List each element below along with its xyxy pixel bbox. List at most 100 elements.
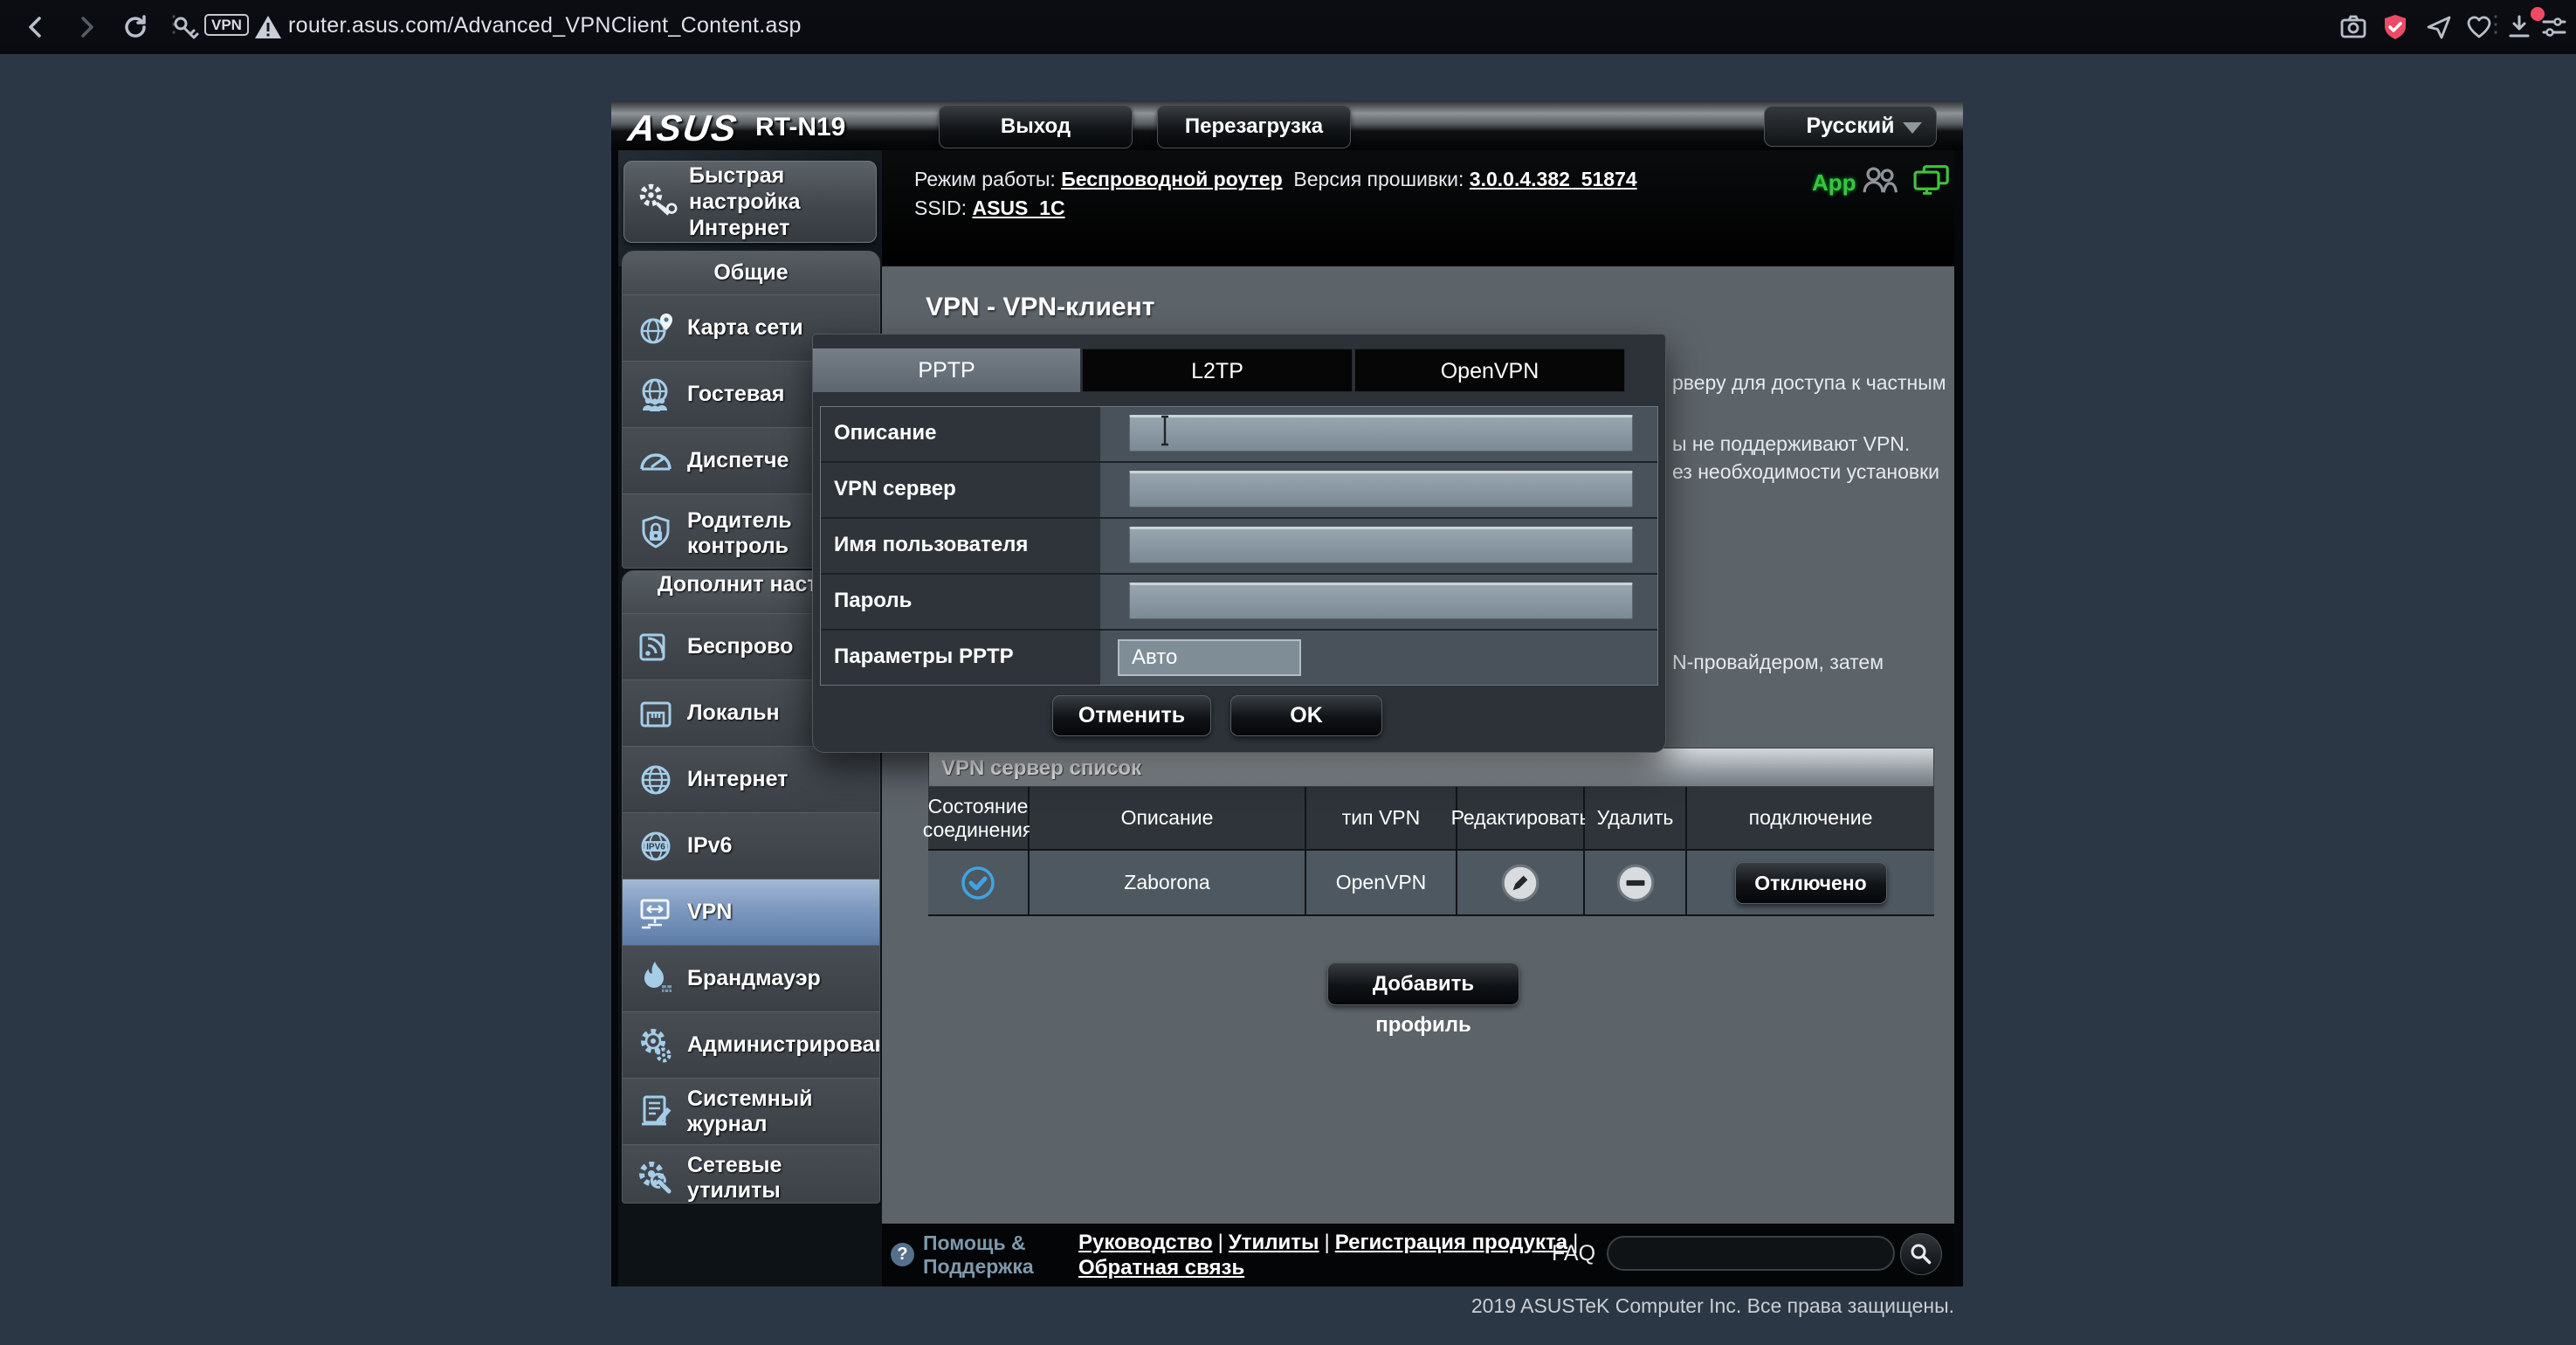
reload-icon[interactable] [121,12,150,42]
edit-pencil-icon[interactable] [1499,862,1541,904]
table-row: Zaborona OpenVPN Отключено [928,851,1934,916]
add-profile-button[interactable]: Добавить профиль [1327,962,1519,1005]
faq-search-input[interactable] [1607,1236,1895,1271]
connect-toggle-button[interactable]: Отключено [1735,862,1887,904]
form-row-pptp-options: Параметры PPTP Авто [821,631,1657,685]
downloads-icon[interactable] [2504,12,2534,42]
sidebar-item-label: Гостевая [687,382,784,407]
form-row-username: Имя пользователя [821,519,1657,575]
reboot-button[interactable]: Перезагрузка [1157,105,1351,148]
field-label: Имя пользователя [821,519,1100,573]
modal-tab-openvpn[interactable]: OpenVPN [1354,348,1625,392]
username-input[interactable] [1129,527,1633,563]
product-registration-link[interactable]: Регистрация продукта [1335,1231,1567,1254]
field-label: Описание [821,407,1100,461]
forward-icon[interactable] [72,12,101,42]
quick-setup-icon [635,179,680,224]
sidebar-item-wan[interactable]: Интернет [623,746,879,812]
network-map-icon [635,307,677,349]
vpn-extension-badge[interactable]: VPN [204,14,249,36]
column-header: Редактировать [1457,787,1585,851]
qis-background: Быстрая настройка Интернет [618,150,882,266]
parental-controls-icon [635,513,677,555]
clients-icon[interactable] [1860,162,1898,197]
delete-cell [1585,851,1687,916]
sidebar-item-system-log[interactable]: Системный журнал [623,1078,879,1144]
form-row-description: Описание [821,407,1657,463]
pptp-options-select[interactable]: Авто [1118,639,1301,676]
sidebar-item-firewall[interactable]: Брандмауэр [623,945,879,1011]
description-input[interactable] [1129,415,1633,452]
app-link[interactable]: App [1812,169,1856,197]
router-model: RT-N19 [755,113,845,142]
mode-value-link[interactable]: Беспроводной роутер [1061,168,1282,190]
firmware-value-link[interactable]: 3.0.0.4.382_51874 [1470,168,1637,190]
sidebar-item-network-tools[interactable]: Сетевые утилиты [623,1144,879,1204]
send-icon[interactable] [2424,12,2454,42]
sidebar-item-label: Беспрово [687,634,793,659]
top-banner: ASUS RT-N19 Выход Перезагрузка Русский [611,100,1963,150]
sidebar-item-administration[interactable]: Администрирование [623,1011,879,1078]
link-separator: | [1213,1231,1229,1254]
devices-monitor-icon[interactable] [1911,162,1951,197]
modal-tab-pptp[interactable]: PPTP [813,348,1080,392]
feedback-link[interactable]: Обратная связь [1078,1256,1244,1279]
column-header: Описание [1030,787,1306,851]
cancel-button[interactable]: Отменить [1052,695,1211,736]
column-header: подключение [1687,787,1934,851]
ok-button[interactable]: OK [1230,695,1382,736]
form-row-password: Пароль [821,575,1657,631]
search-icon [1908,1241,1934,1267]
firmware-label: Версия прошивки: [1293,168,1464,190]
sidebar-item-label: IPv6 [687,833,732,859]
column-header: Удалить [1585,787,1687,851]
vpn-profile-modal: PPTP L2TP OpenVPN Описание VPN сервер Им… [812,334,1666,753]
protect-shield-icon[interactable] [2380,12,2410,42]
description-fragment: ез необходимости установки [1672,460,1939,484]
utilities-link[interactable]: Утилиты [1229,1231,1319,1254]
url-text[interactable]: router.asus.com/Advanced_VPNClient_Conte… [288,13,802,38]
mode-firmware-line: Режим работы: Беспроводной роутер Версия… [914,168,1637,191]
language-selector[interactable]: Русский [1764,106,1937,147]
field-label: Параметры PPTP [821,631,1100,685]
help-icon: ? [891,1243,914,1266]
delete-minus-icon[interactable] [1615,862,1656,904]
vpn-server-input[interactable] [1129,471,1633,507]
logout-button[interactable]: Выход [939,105,1133,148]
quick-setup-button[interactable]: Быстрая настройка Интернет [623,161,877,243]
sidebar-item-label: Диспетче [687,448,789,473]
firewall-flame-icon [635,958,677,1000]
mode-label: Режим работы: [914,168,1056,190]
warning-icon[interactable] [253,12,283,42]
traffic-manager-icon [635,440,677,482]
help-support-label: Помощь & Поддержка [923,1231,1037,1279]
sidebar-item-ipv6[interactable]: IPV6 IPv6 [623,812,879,879]
browser-settings-icon[interactable] [2539,12,2569,42]
sidebar-item-label: Интернет [687,767,788,792]
key-icon[interactable] [171,12,201,42]
faq-search-button[interactable] [1900,1233,1942,1275]
sidebar-item-label: Администрирование [687,1032,880,1058]
svg-text:IPV6: IPV6 [646,842,665,852]
asus-logo: ASUS [626,107,740,149]
sidebar-item-vpn[interactable]: VPN [623,879,879,945]
internet-globe-icon [635,759,677,801]
info-strip: Режим работы: Беспроводной роутер Версия… [882,150,1954,266]
modal-tab-l2tp[interactable]: L2TP [1082,348,1353,392]
modal-form: Описание VPN сервер Имя пользователя Пар… [820,406,1658,686]
manual-link[interactable]: Руководство [1078,1231,1213,1254]
guest-network-icon [635,374,677,416]
window-left-edge [611,150,618,1286]
field-label: VPN сервер [821,463,1100,517]
system-log-icon [635,1091,677,1133]
page-title: VPN - VPN-клиент [926,293,1154,322]
password-input[interactable] [1129,583,1633,619]
ssid-line: SSID: ASUS_1C [914,197,1065,220]
screenshot-camera-icon[interactable] [2338,12,2368,42]
ssid-value-link[interactable]: ASUS_1C [972,197,1064,219]
connection-cell: Отключено [1687,851,1934,916]
back-icon[interactable] [21,12,51,42]
network-tools-icon [635,1157,677,1199]
wireless-icon [635,626,677,668]
link-separator: | [1319,1231,1335,1254]
